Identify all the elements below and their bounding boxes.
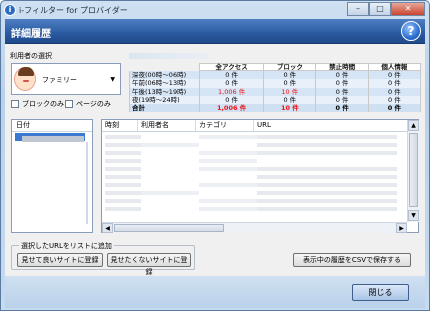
cell: 0 件 [315,95,369,104]
cell: 0 件 [367,103,422,112]
stats-row-afternoon: 午後(13時〜19時) 1,006 件 10 件 0 件 0 件 [129,87,422,96]
save-csv-button[interactable]: 表示中の履歴をCSVで保存する [293,253,411,267]
stats-row-night: 夜(19時〜24時) 0 件 0 件 0 件 0 件 [129,95,422,104]
row-label: 午後(13時〜19時) [129,87,200,96]
scrollbar-thumb[interactable] [114,224,224,232]
cell: 1,006 件 [198,103,265,112]
stats-corner [129,63,200,71]
horizontal-scrollbar[interactable]: ◀ ▶ [102,222,407,233]
table-row[interactable] [105,133,405,141]
cell: 1,006 件 [198,87,265,96]
stats-col-personal: 個人情報 [367,63,422,71]
window-title: i-フィルター for プロバイダー [19,6,128,15]
stats-col-all: 全アクセス [198,63,265,71]
checkbox-box[interactable] [11,100,19,108]
list-item[interactable] [22,136,84,142]
title-bar: i i-フィルター for プロバイダー – □ ✕ [1,1,429,19]
stats-col-block: ブロック [263,63,317,71]
cell: 0 件 [367,87,422,96]
date-list-header: 日付 [12,120,92,132]
scroll-left-icon[interactable]: ◀ [102,223,113,233]
cell: 10 件 [263,103,317,112]
window-controls: – □ ✕ [347,2,425,16]
col-time[interactable]: 時刻 [102,120,138,131]
stats-row-morning: 午前(06時〜13時) 0 件 0 件 0 件 0 件 [129,79,422,88]
scroll-right-icon[interactable]: ▶ [396,223,407,233]
blurred-text [129,53,209,59]
table-row[interactable] [105,165,405,173]
checkbox-box[interactable] [65,100,73,108]
cell: 0 件 [198,79,265,88]
table-row[interactable] [105,149,405,157]
stats-col-time: 禁止時間 [315,63,369,71]
maximize-icon[interactable]: □ [369,2,391,16]
cell: 0 件 [263,95,317,104]
scroll-down-icon[interactable]: ▼ [408,210,419,221]
history-table[interactable]: 時刻 利用者名 カテゴリ URL ▲ ▼ ◀ ▶ [101,119,419,233]
block-only-label: ブロックのみ [22,100,64,108]
user-dropdown[interactable]: ファミリー ▼ [11,63,121,95]
page-only-label: ページのみ [76,100,111,108]
page-title: 詳細履歴 [11,29,51,40]
page-header: 詳細履歴 ? [5,19,425,44]
selected-user: ファミリー [42,76,77,84]
url-add-group-label: 選択したURLをリストに追加 [19,241,114,251]
vertical-scrollbar[interactable]: ▲ ▼ [407,120,419,222]
table-row[interactable] [105,157,405,165]
cell: 0 件 [198,95,265,104]
history-rows [105,133,405,219]
divider [86,142,88,224]
cell: 0 件 [263,79,317,88]
table-row[interactable] [105,181,405,189]
col-category[interactable]: カテゴリ [196,120,254,131]
date-list[interactable]: 日付 [11,119,93,233]
table-row[interactable] [105,141,405,149]
scroll-up-icon[interactable]: ▲ [408,120,419,131]
table-row[interactable] [105,205,405,213]
table-row[interactable] [105,173,405,181]
avatar [14,67,36,91]
cell: 0 件 [315,103,369,112]
table-row[interactable] [105,189,405,197]
page-only-checkbox[interactable]: ページのみ [65,99,111,109]
cell: 0 件 [315,79,369,88]
stats-row-total: 合計 1,006 件 10 件 0 件 0 件 [129,103,422,112]
close-button[interactable]: 閉じる [352,284,409,301]
app-window: i i-フィルター for プロバイダー – □ ✕ 詳細履歴 ? 利用者の選択… [0,0,430,311]
user-select-label: 利用者の選択 [10,52,52,60]
chevron-down-icon: ▼ [110,76,115,83]
history-header: 時刻 利用者名 カテゴリ URL [102,120,408,132]
scrollbar-thumb[interactable] [409,133,418,207]
cell: 0 件 [367,79,422,88]
col-url[interactable]: URL [254,120,408,131]
access-stats-table: 全アクセス ブロック 禁止時間 個人情報 深夜(00時〜06時) 0 件 0 件… [129,63,422,112]
col-user[interactable]: 利用者名 [138,120,196,131]
cell: 0 件 [315,87,369,96]
block-only-checkbox[interactable]: ブロックのみ [11,99,64,109]
row-label: 合計 [129,103,200,112]
app-icon: i [4,4,16,16]
close-icon[interactable]: ✕ [391,2,425,16]
row-label: 夜(19時〜24時) [129,95,200,104]
add-bad-site-button[interactable]: 見せたくないサイトに登録 [107,253,191,276]
help-icon[interactable]: ? [401,21,421,41]
minimize-icon[interactable]: – [347,2,369,16]
add-good-site-button[interactable]: 見せて良いサイトに登録 [17,253,103,267]
cell: 0 件 [367,95,422,104]
table-row[interactable] [105,197,405,205]
cell: 10 件 [263,87,317,96]
row-label: 午前(06時〜13時) [129,79,200,88]
